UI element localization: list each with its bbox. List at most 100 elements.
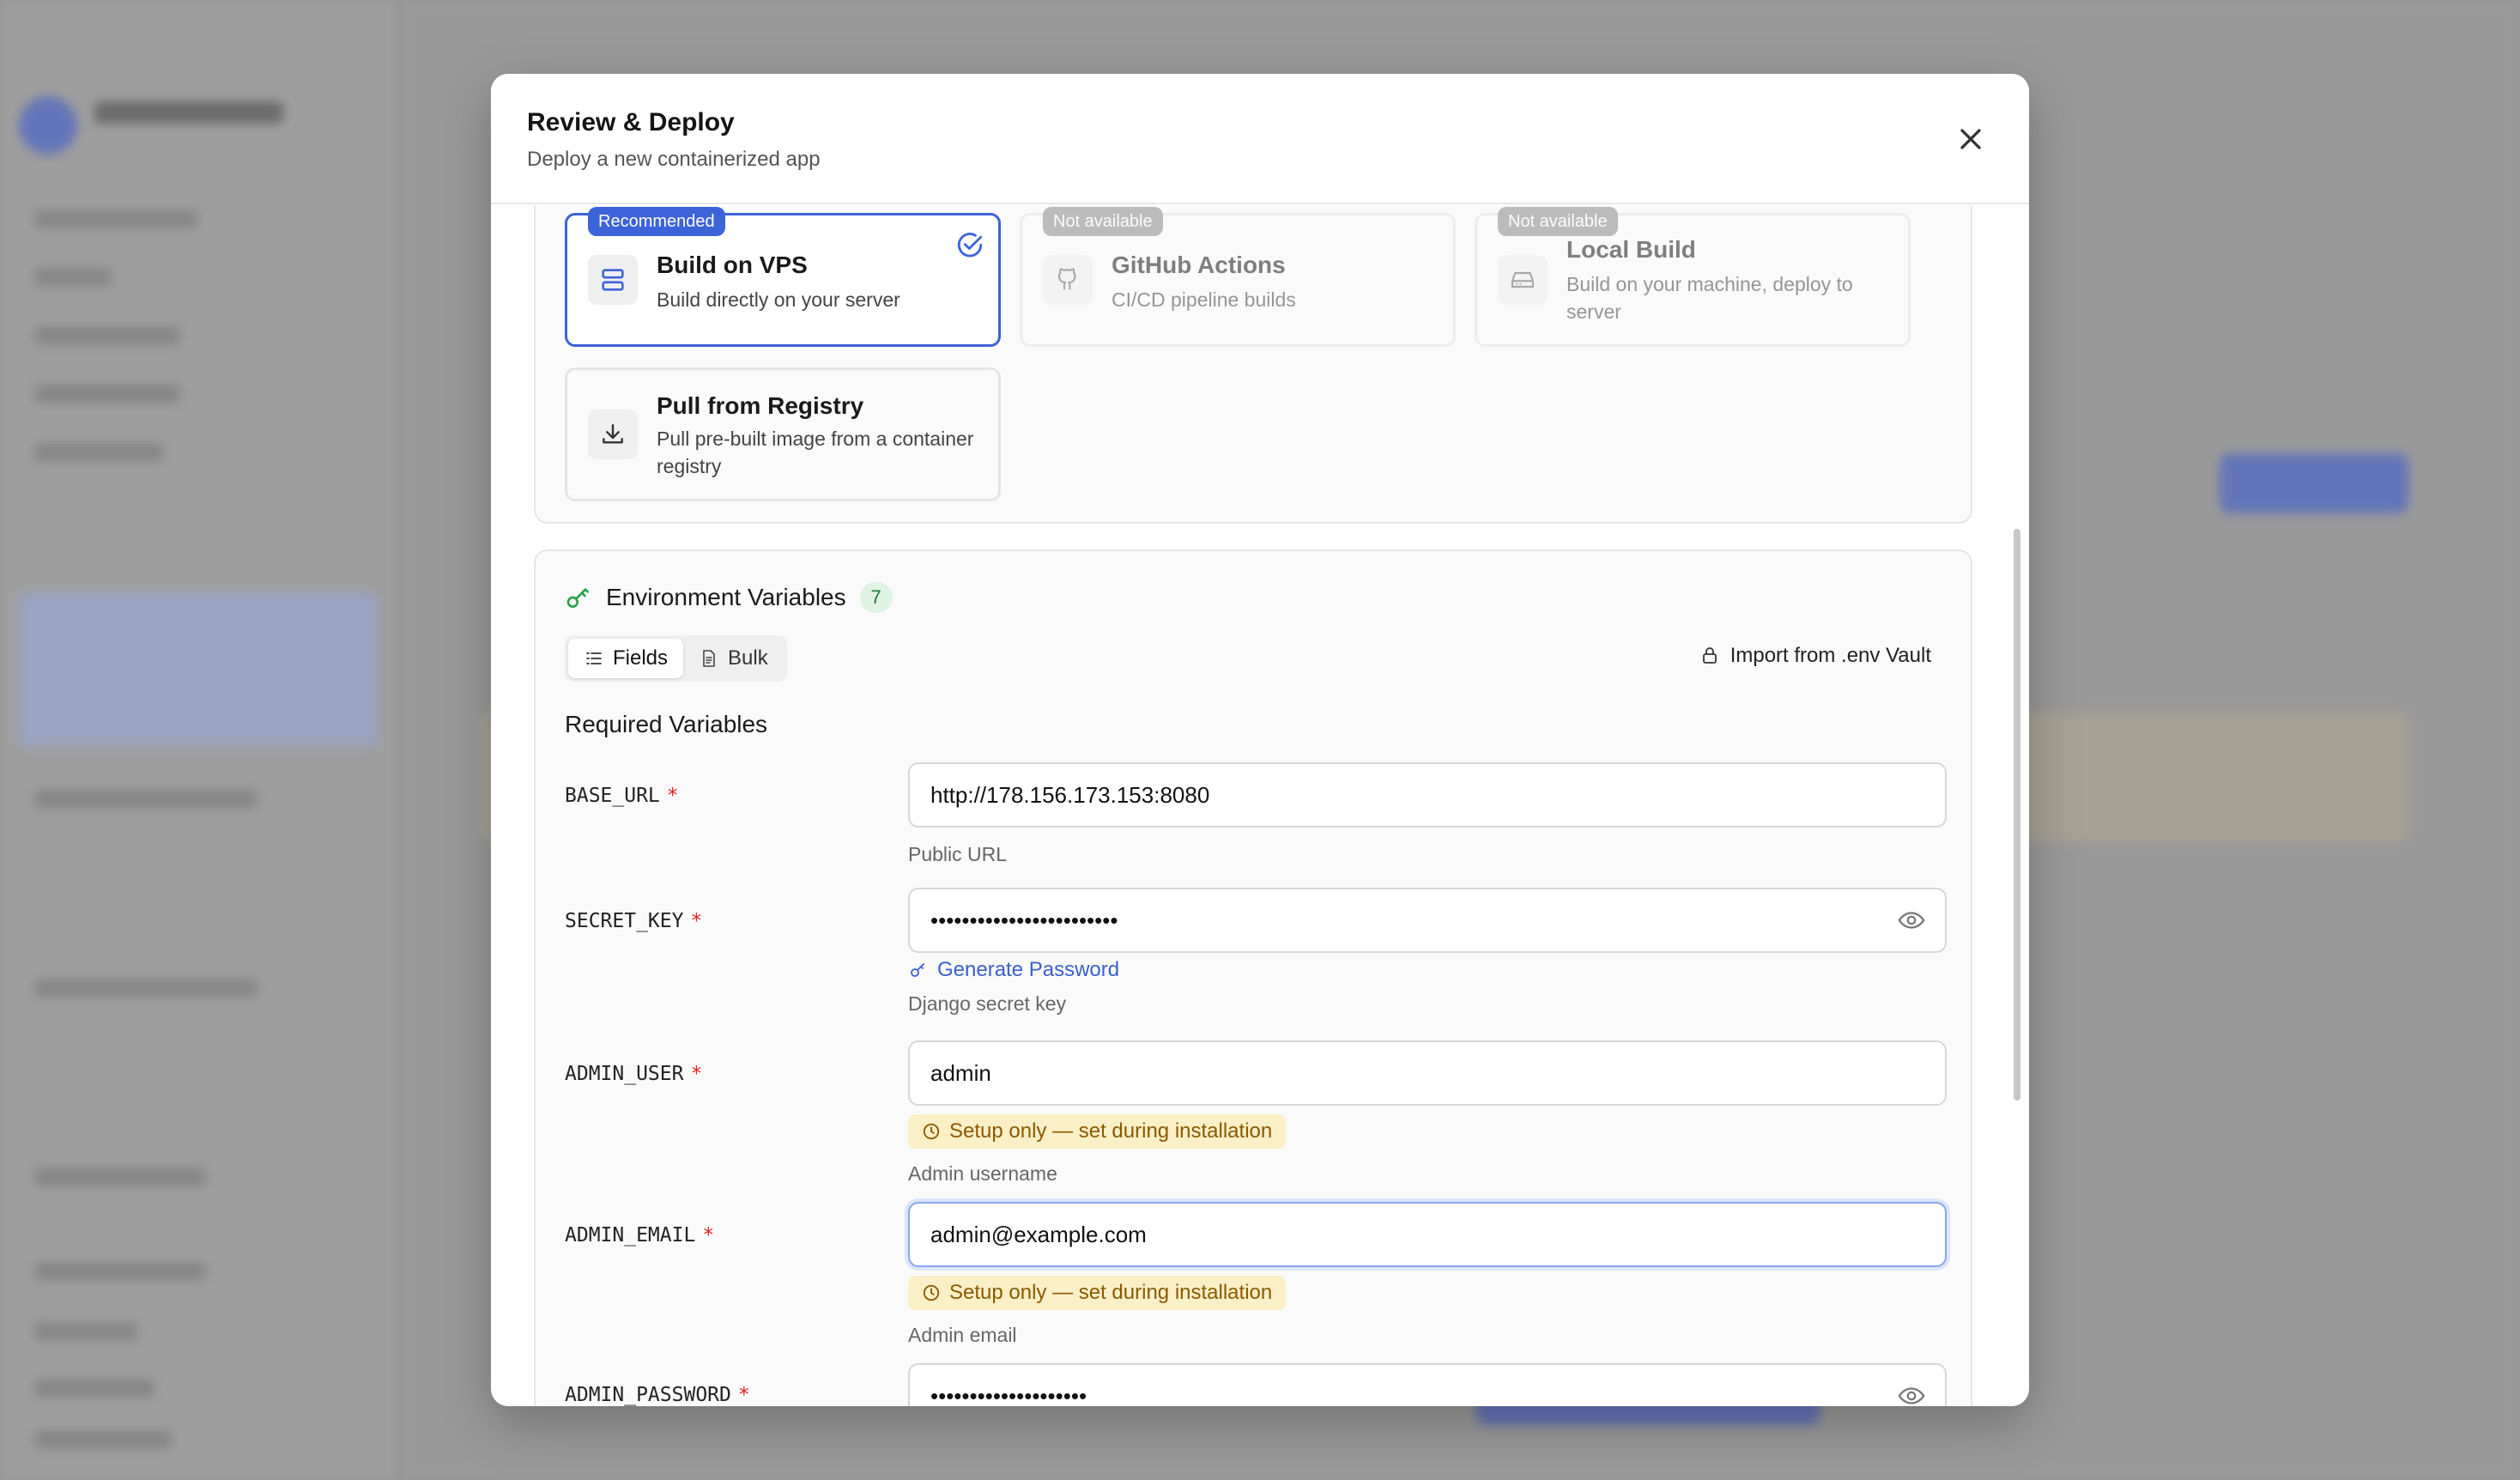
env-mode-toggle: Fields Bulk <box>565 635 787 682</box>
github-icon <box>1043 255 1093 305</box>
lock-icon <box>1702 647 1717 664</box>
clock-icon <box>923 1123 940 1140</box>
env-key-text: SECRET_KEY <box>565 910 684 932</box>
env-value-text: admin <box>930 1059 991 1086</box>
background-nav-item <box>34 1379 154 1398</box>
env-value-text: •••••••••••••••••••• <box>930 1382 1087 1407</box>
env-value-input-secret-key[interactable]: •••••••••••••••••••••••• <box>908 888 1947 953</box>
required-marker: * <box>690 910 703 932</box>
env-key-label: BASE_URL * <box>565 785 679 807</box>
build-option-desc: Build directly on your server <box>657 288 900 311</box>
required-variables-heading: Required Variables <box>565 711 768 737</box>
close-icon[interactable] <box>1954 122 1988 156</box>
background-nav-item <box>34 1322 137 1341</box>
review-deploy-modal: Review & Deploy Deploy a new containeriz… <box>491 74 2029 1406</box>
setup-only-text: Setup only — set during installation <box>949 1119 1273 1143</box>
build-option-github-actions: Not available GitHub Actions CI/CD pipel… <box>1020 207 1456 347</box>
background-logo <box>19 96 77 155</box>
background-nav-item <box>34 1262 206 1281</box>
env-value-text: http://178.156.173.153:8080 <box>930 781 1210 808</box>
background-nav-item <box>34 443 163 462</box>
build-option-title: Pull from Registry <box>657 392 864 419</box>
background-nav-item <box>34 385 180 403</box>
hard-drive-icon <box>1498 255 1548 305</box>
file-text-icon <box>703 650 715 667</box>
env-value-text: admin@example.com <box>930 1221 1147 1247</box>
clock-icon <box>923 1284 940 1301</box>
build-option-title: Local Build <box>1566 236 1696 263</box>
build-option-desc: CI/CD pipeline builds <box>1112 288 1296 311</box>
background-nav-item <box>34 1168 206 1186</box>
modal-header: Review & Deploy Deploy a new containeriz… <box>491 74 2029 204</box>
env-key-label: ADMIN_USER * <box>565 1063 702 1085</box>
background-nav-item <box>34 209 197 228</box>
env-hint: Django secret key <box>908 992 1067 1015</box>
background-brand <box>94 101 283 124</box>
env-key-label: ADMIN_EMAIL * <box>565 1224 714 1246</box>
env-vars-title: Environment Variables <box>606 584 846 610</box>
import-vault-label: Import from .env Vault <box>1729 644 1931 667</box>
modal-body[interactable]: Recommended Build on VPS Build directly … <box>491 206 2029 1406</box>
env-hint: Admin email <box>908 1324 1017 1346</box>
build-method-panel: Recommended Build on VPS Build directly … <box>534 206 1972 524</box>
required-marker: * <box>702 1224 715 1246</box>
build-option-desc: Pull pre-built image from a container re… <box>657 428 974 477</box>
build-option-desc: Build on your machine, deploy to server <box>1566 273 1853 323</box>
tab-bulk-label: Bulk <box>728 646 768 670</box>
build-option-title: GitHub Actions <box>1112 252 1286 278</box>
setup-only-text: Setup only — set during installation <box>949 1281 1273 1304</box>
import-vault-button[interactable]: Import from .env Vault <box>1699 644 1931 668</box>
env-key-label: ADMIN_PASSWORD * <box>565 1384 750 1406</box>
env-key-label: SECRET_KEY * <box>565 910 702 932</box>
background-selected-block <box>17 592 378 747</box>
background-nav-item <box>34 326 180 345</box>
env-vars-header: Environment Variables 7 <box>565 582 893 613</box>
env-key-text: BASE_URL <box>565 785 660 807</box>
key-icon <box>566 588 589 608</box>
required-marker: * <box>737 1384 750 1406</box>
generate-password-label: Generate Password <box>937 958 1120 981</box>
build-option-vps[interactable]: Recommended Build on VPS Build directly … <box>565 207 1001 347</box>
env-vars-panel: Environment Variables 7 Fields Bulk Impo… <box>534 549 1972 1406</box>
not-available-badge: Not available <box>1498 207 1618 236</box>
tab-bulk[interactable]: Bulk <box>683 639 784 678</box>
key-icon <box>911 963 924 977</box>
background-nav-item <box>34 1430 172 1449</box>
env-hint: Admin username <box>908 1162 1057 1185</box>
env-key-text: ADMIN_PASSWORD <box>565 1384 731 1406</box>
eye-icon[interactable] <box>1897 906 1926 935</box>
env-vars-count: 7 <box>859 582 893 613</box>
scrollbar-thumb[interactable] <box>2014 529 2020 1101</box>
env-key-text: ADMIN_USER <box>565 1063 684 1085</box>
env-value-input-admin-user[interactable]: admin <box>908 1040 1947 1106</box>
background-sidebar <box>0 0 395 1480</box>
generate-password-link[interactable]: Generate Password <box>908 958 1119 982</box>
tab-fields-label: Fields <box>613 646 669 670</box>
build-option-title: Build on VPS <box>657 252 808 278</box>
background-nav-item <box>34 790 257 809</box>
env-value-input-base-url[interactable]: http://178.156.173.153:8080 <box>908 762 1947 828</box>
eye-icon[interactable] <box>1897 1381 1926 1406</box>
download-icon <box>588 409 638 459</box>
modal-title: Review & Deploy <box>527 108 735 136</box>
list-icon <box>586 652 602 664</box>
build-option-local: Not available Local Build Build on your … <box>1475 207 1911 347</box>
tab-fields[interactable]: Fields <box>568 639 684 678</box>
recommended-badge: Recommended <box>588 207 725 236</box>
env-value-text: •••••••••••••••••••••••• <box>930 907 1118 933</box>
not-available-badge: Not available <box>1043 207 1163 236</box>
build-option-registry[interactable]: Pull from Registry Pull pre-built image … <box>565 367 1001 501</box>
check-circle-icon <box>957 233 983 258</box>
env-key-text: ADMIN_EMAIL <box>565 1224 696 1246</box>
background-button <box>2220 453 2408 513</box>
env-hint: Public URL <box>908 843 1008 865</box>
setup-only-notice: Setup only — set during installation <box>908 1114 1287 1149</box>
env-value-input-admin-password[interactable]: •••••••••••••••••••• <box>908 1363 1947 1406</box>
required-marker: * <box>666 785 679 807</box>
required-marker: * <box>690 1063 703 1085</box>
env-value-input-admin-email[interactable]: admin@example.com <box>908 1202 1947 1267</box>
setup-only-notice: Setup only — set during installation <box>908 1276 1287 1310</box>
server-icon <box>588 255 638 305</box>
background-nav-item <box>34 979 257 998</box>
modal-subtitle: Deploy a new containerized app <box>527 148 821 171</box>
